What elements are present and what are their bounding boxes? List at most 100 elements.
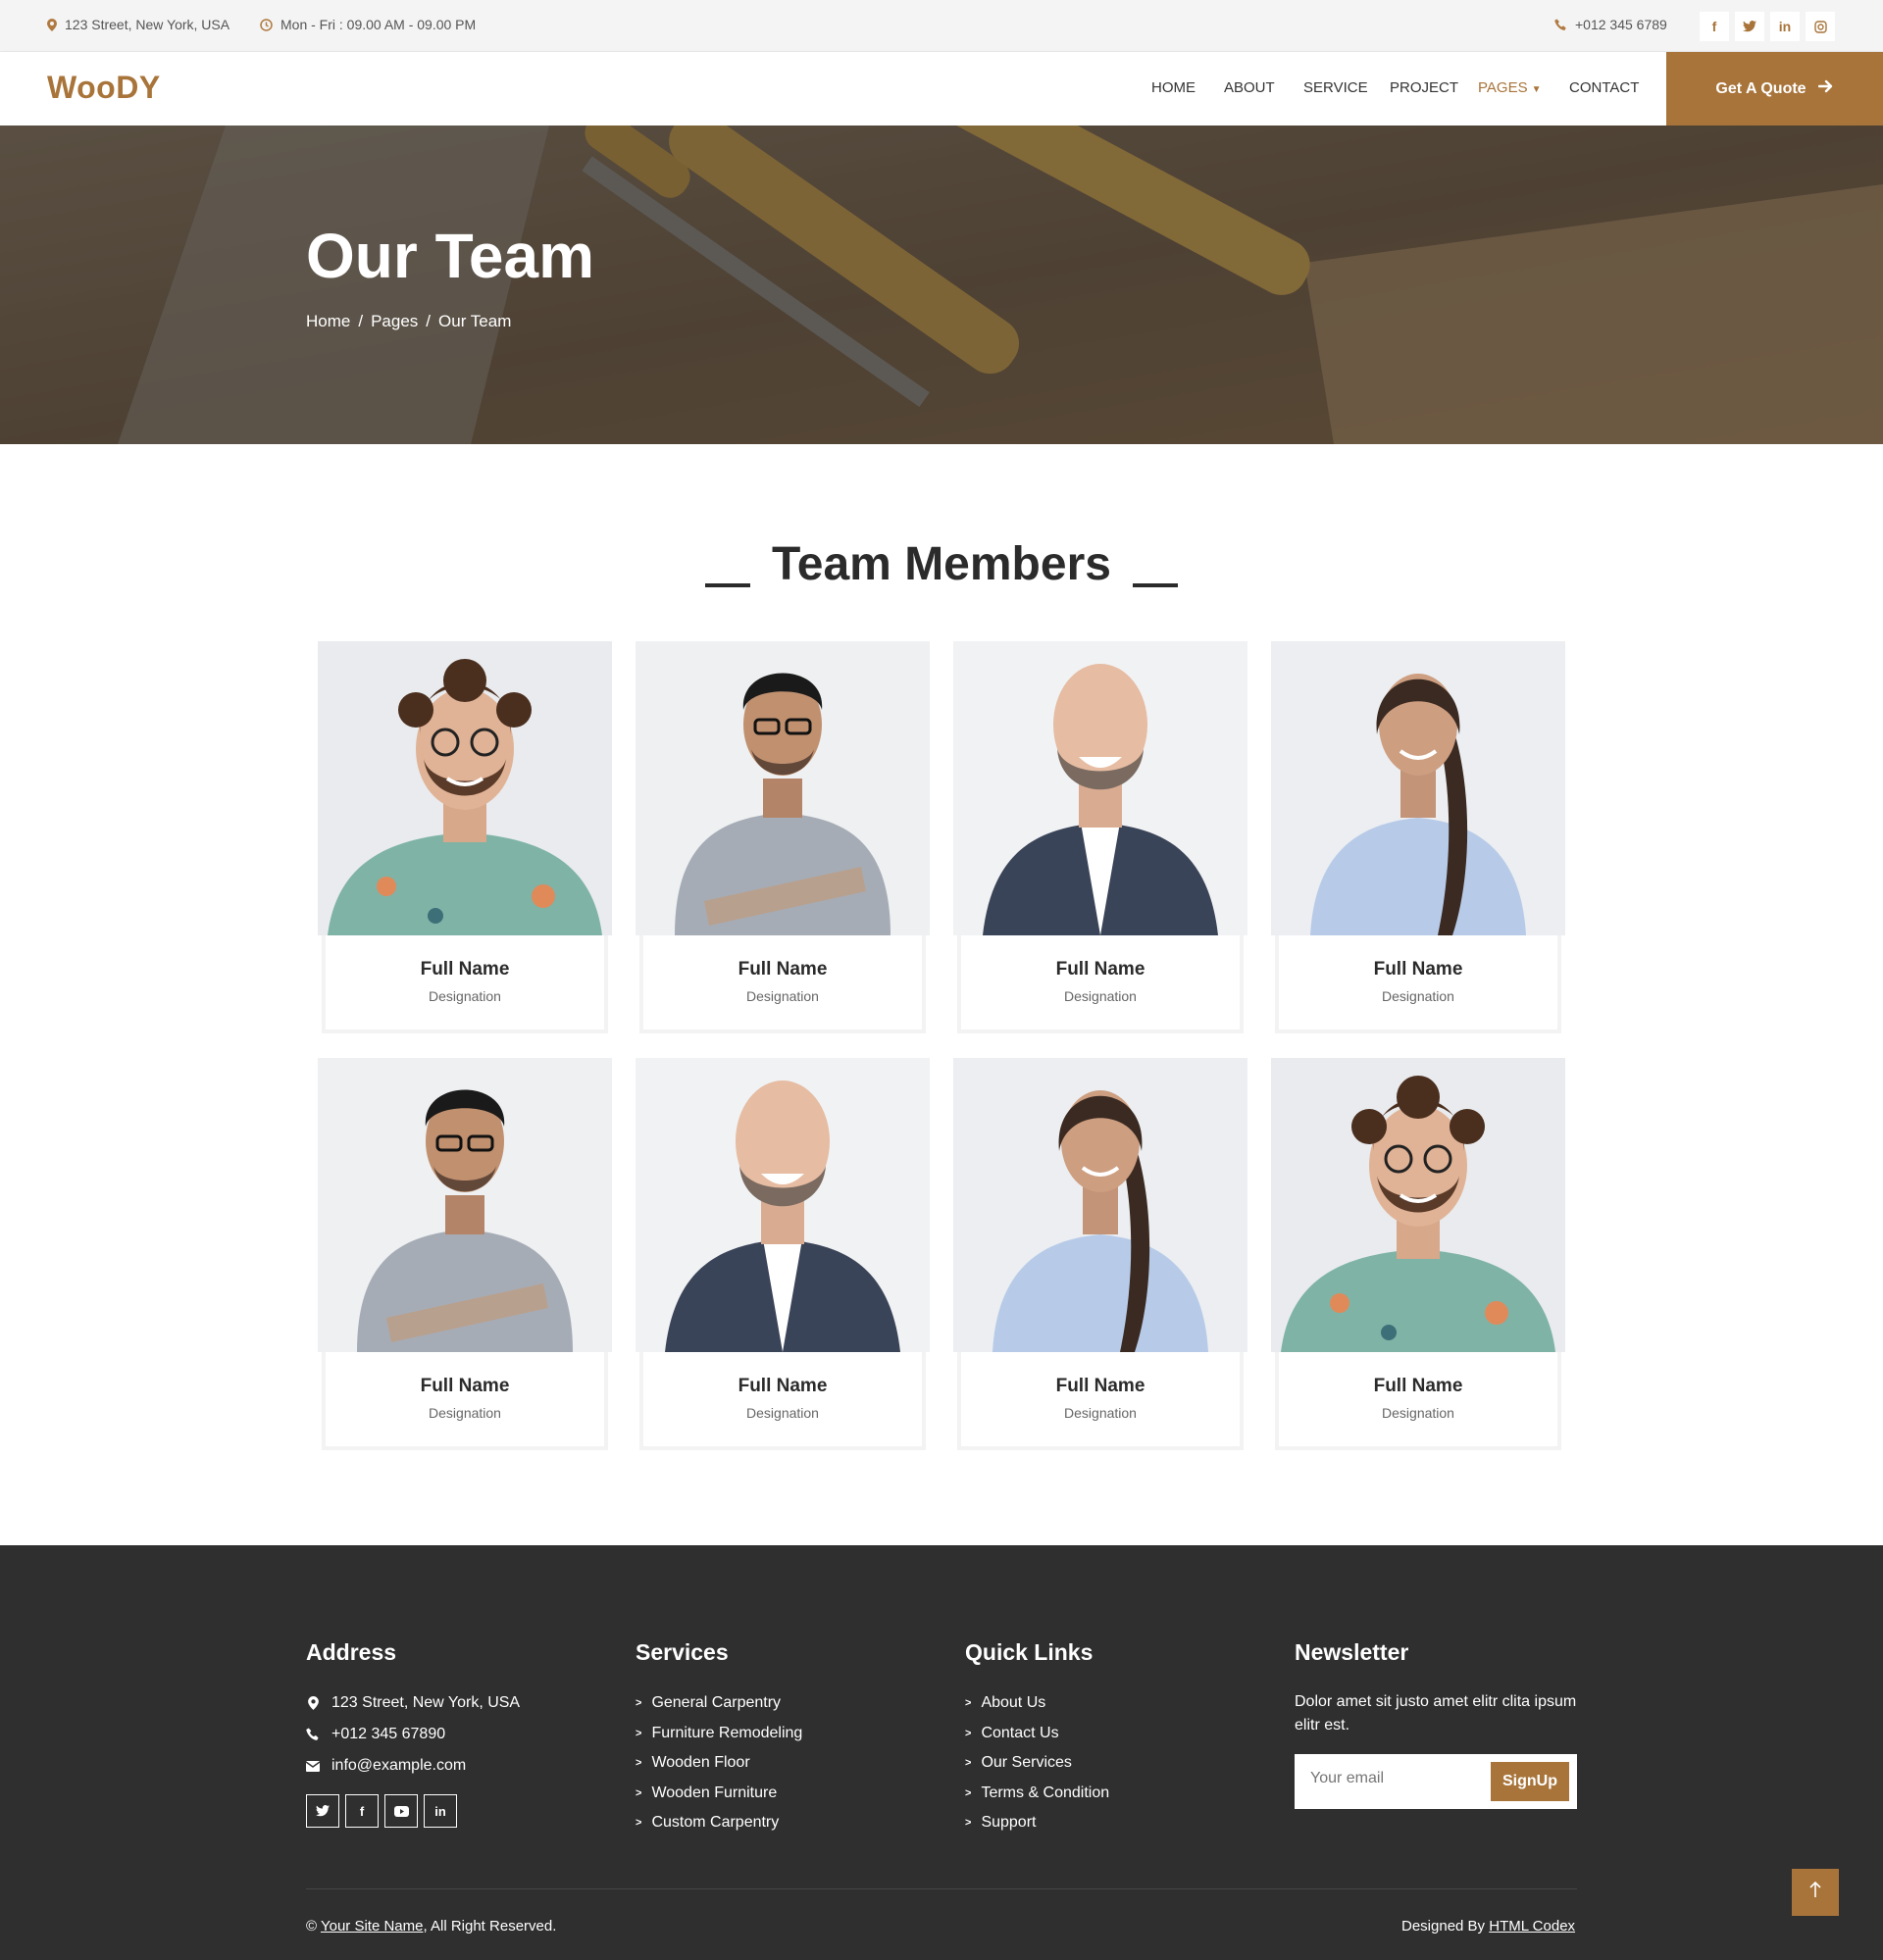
footer-quick-links-heading: Quick Links (965, 1639, 1094, 1665)
breadcrumb-home[interactable]: Home (306, 312, 350, 331)
team-member-photo (1271, 641, 1565, 935)
designer-link[interactable]: HTML Codex (1489, 1918, 1575, 1935)
breadcrumb-separator: / (358, 312, 364, 330)
team-member-photo (953, 1058, 1247, 1352)
footer-service-link[interactable]: > Wooden Floor (636, 1754, 750, 1772)
team-member-info: Full Name Designation (1275, 935, 1561, 1033)
footer-quick-link[interactable]: > Contact Us (965, 1725, 1059, 1742)
chevron-right-icon: > (965, 1697, 972, 1709)
twitter-icon[interactable] (306, 1794, 339, 1828)
chevron-right-icon: > (965, 1757, 972, 1769)
site-name-label: Your Site Name (320, 1918, 424, 1935)
footer-phone-text: +012 345 67890 (331, 1726, 446, 1742)
phone-icon (1554, 19, 1567, 31)
topbar-phone-text: +012 345 6789 (1575, 17, 1667, 32)
navbar: WooDY HOME ABOUT SERVICE PROJECT PAGES ▼ … (0, 52, 1883, 126)
brand-logo[interactable]: WooDY (47, 70, 161, 106)
top-bar: 123 Street, New York, USA Mon - Fri : 09… (0, 0, 1883, 52)
footer-services-heading: Services (636, 1639, 729, 1665)
topbar-hours: Mon - Fri : 09.00 AM - 09.00 PM (260, 17, 476, 32)
footer-divider (306, 1888, 1577, 1889)
site-name-link[interactable]: Your Site Name (321, 1918, 424, 1935)
team-member-name: Full Name (1373, 1376, 1463, 1396)
team-member-card[interactable]: Full Name Designation (636, 641, 930, 1035)
team-member-name: Full Name (738, 1376, 828, 1396)
nav-project[interactable]: PROJECT (1390, 79, 1458, 96)
nav-pages-label: PAGES (1478, 79, 1528, 96)
back-to-top-button[interactable] (1792, 1869, 1839, 1916)
footer-quick-link[interactable]: > Our Services (965, 1754, 1072, 1772)
footer-service-link-label: Custom Carpentry (651, 1814, 780, 1831)
footer-service-link[interactable]: > Wooden Furniture (636, 1784, 777, 1802)
team-member-card[interactable]: Full Name Designation (953, 641, 1247, 1035)
footer-service-link[interactable]: > General Carpentry (636, 1694, 781, 1712)
footer-quick-link[interactable]: > Terms & Condition (965, 1784, 1109, 1802)
team-member-card[interactable]: Full Name Designation (318, 641, 612, 1035)
footer-address-line: 123 Street, New York, USA (306, 1694, 520, 1712)
footer-service-link[interactable]: > Custom Carpentry (636, 1814, 779, 1832)
chevron-right-icon: > (965, 1728, 972, 1739)
team-member-card[interactable]: Full Name Designation (318, 1058, 612, 1452)
team-member-photo (318, 641, 612, 935)
facebook-icon[interactable]: f (345, 1794, 379, 1828)
team-member-card[interactable]: Full Name Designation (1271, 641, 1565, 1035)
footer-quick-link[interactable]: > About Us (965, 1694, 1045, 1712)
newsletter-signup-button[interactable]: SignUp (1491, 1762, 1569, 1801)
breadcrumb-separator: / (426, 312, 432, 330)
team-member-name: Full Name (1373, 959, 1463, 980)
instagram-icon[interactable] (1806, 12, 1835, 41)
newsletter-email-input[interactable] (1310, 1770, 1487, 1787)
team-member-photo (953, 641, 1247, 935)
copyright-symbol: © (306, 1918, 318, 1935)
topbar-hours-text: Mon - Fri : 09.00 AM - 09.00 PM (280, 17, 477, 32)
breadcrumb-pages[interactable]: Pages (371, 312, 418, 331)
nav-about[interactable]: ABOUT (1224, 79, 1275, 96)
footer-email-line: info@example.com (306, 1757, 466, 1775)
facebook-icon[interactable]: f (1700, 12, 1729, 41)
topbar-phone: +012 345 6789 (1554, 17, 1667, 32)
title-decoration-line (705, 583, 751, 587)
newsletter-form: SignUp (1295, 1754, 1577, 1809)
nav-contact[interactable]: CONTACT (1569, 79, 1639, 96)
clock-icon (260, 18, 273, 31)
footer-service-link-label: Wooden Floor (651, 1754, 750, 1771)
team-member-designation: Designation (429, 988, 501, 1004)
footer-quick-link-label: Contact Us (981, 1725, 1059, 1741)
linkedin-icon[interactable]: in (424, 1794, 457, 1828)
nav-pages-dropdown[interactable]: PAGES ▼ (1478, 79, 1541, 96)
youtube-icon[interactable] (384, 1794, 418, 1828)
nav-service[interactable]: SERVICE (1303, 79, 1368, 96)
team-member-designation: Designation (1382, 988, 1454, 1004)
team-section-title: Team Members (705, 537, 1178, 591)
team-member-card[interactable]: Full Name Designation (1271, 1058, 1565, 1452)
twitter-icon[interactable] (1735, 12, 1764, 41)
team-member-card[interactable]: Full Name Designation (636, 1058, 930, 1452)
team-member-info: Full Name Designation (322, 935, 608, 1033)
chevron-right-icon: > (636, 1757, 642, 1769)
footer-email-text: info@example.com (331, 1757, 467, 1774)
team-member-info: Full Name Designation (322, 1352, 608, 1450)
team-member-name: Full Name (1055, 1376, 1145, 1396)
designed-by-prefix: Designed By (1401, 1918, 1486, 1935)
team-member-designation: Designation (746, 988, 819, 1004)
team-member-designation: Designation (429, 1405, 501, 1421)
footer-quick-link-label: Support (981, 1814, 1037, 1831)
breadcrumb-current: Our Team (438, 312, 512, 330)
envelope-icon (306, 1760, 320, 1772)
footer-service-link[interactable]: > Furniture Remodeling (636, 1725, 802, 1742)
page-title: Our Team (306, 221, 594, 291)
get-a-quote-button[interactable]: Get A Quote (1666, 52, 1883, 126)
footer-phone-line: +012 345 67890 (306, 1726, 445, 1743)
team-member-card[interactable]: Full Name Designation (953, 1058, 1247, 1452)
footer-address-heading: Address (306, 1639, 397, 1665)
footer-newsletter-heading: Newsletter (1295, 1639, 1409, 1665)
arrow-up-icon (1809, 1881, 1821, 1904)
copyright-text: © Your Site Name, All Right Reserved. (306, 1918, 556, 1935)
footer-quick-link[interactable]: > Support (965, 1814, 1036, 1832)
copyright-suffix: , All Right Reserved. (423, 1918, 557, 1935)
nav-home[interactable]: HOME (1151, 79, 1196, 96)
map-marker-icon (47, 18, 57, 31)
team-member-photo (636, 641, 930, 935)
team-member-designation: Designation (1064, 988, 1137, 1004)
linkedin-icon[interactable]: in (1770, 12, 1800, 41)
